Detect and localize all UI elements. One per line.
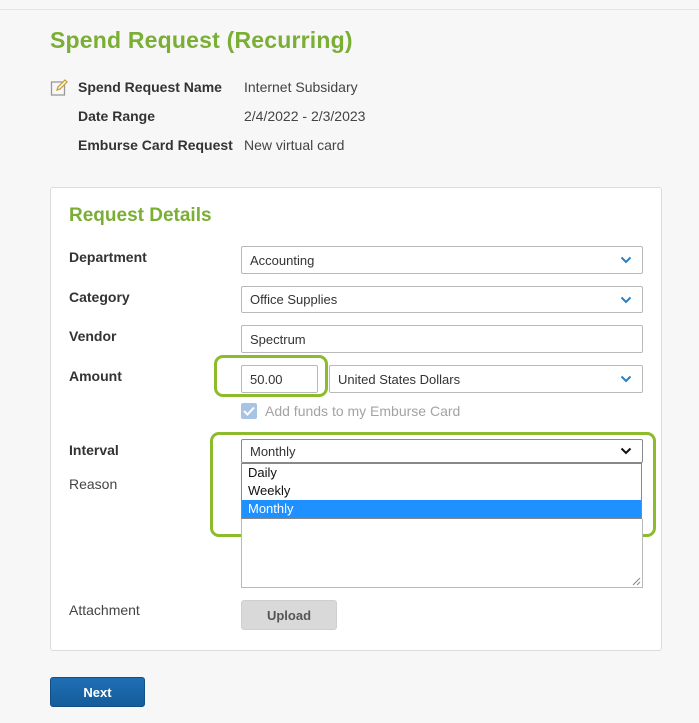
department-select[interactable]: Accounting (241, 246, 643, 274)
amount-label: Amount (69, 368, 122, 384)
top-divider (0, 9, 699, 10)
category-select[interactable]: Office Supplies (241, 286, 643, 313)
summary-value: 2/4/2022 - 2/3/2023 (244, 108, 366, 124)
interval-label: Interval (69, 442, 119, 458)
chevron-down-icon (620, 447, 632, 455)
amount-input[interactable]: 50.00 (241, 365, 318, 393)
department-value: Accounting (250, 252, 315, 268)
vendor-label: Vendor (69, 328, 117, 344)
vendor-input[interactable]: Spectrum (241, 325, 643, 353)
summary-value: New virtual card (244, 137, 345, 153)
interval-select[interactable]: Monthly (241, 439, 643, 463)
currency-value: United States Dollars (338, 371, 461, 387)
summary-label: Emburse Card Request (78, 137, 233, 153)
add-funds-checkbox[interactable] (241, 403, 257, 419)
summary-label: Date Range (78, 108, 156, 124)
chevron-down-icon (620, 375, 632, 383)
summary-value: Internet Subsidary (244, 79, 358, 95)
interval-options: Daily Weekly Monthly (241, 463, 642, 519)
vendor-value: Spectrum (250, 331, 306, 347)
summary-label: Spend Request Name (78, 79, 222, 95)
next-button[interactable]: Next (50, 677, 145, 707)
request-details-card: Request Details Department Accounting Ca… (50, 187, 662, 651)
card-title: Request Details (69, 205, 212, 226)
currency-select[interactable]: United States Dollars (329, 365, 643, 393)
pencil-edit-icon[interactable] (50, 79, 68, 97)
upload-button[interactable]: Upload (241, 600, 337, 630)
checkmark-icon (243, 406, 255, 416)
amount-value: 50.00 (250, 371, 283, 387)
resize-handle-icon[interactable] (631, 576, 641, 586)
interval-option-weekly[interactable]: Weekly (242, 482, 641, 500)
interval-option-monthly[interactable]: Monthly (242, 500, 641, 518)
interval-value: Monthly (250, 443, 296, 459)
chevron-down-icon (620, 296, 632, 303)
interval-option-daily[interactable]: Daily (242, 464, 641, 482)
category-label: Category (69, 289, 130, 305)
chevron-down-icon (620, 256, 632, 264)
add-funds-row[interactable]: Add funds to my Emburse Card (241, 403, 460, 419)
page-title: Spend Request (Recurring) (50, 27, 353, 53)
category-value: Office Supplies (250, 292, 338, 307)
add-funds-label: Add funds to my Emburse Card (265, 403, 461, 419)
attachment-label: Attachment (69, 602, 140, 618)
reason-textarea[interactable] (241, 519, 643, 588)
department-label: Department (69, 249, 147, 265)
reason-label: Reason (69, 476, 118, 492)
